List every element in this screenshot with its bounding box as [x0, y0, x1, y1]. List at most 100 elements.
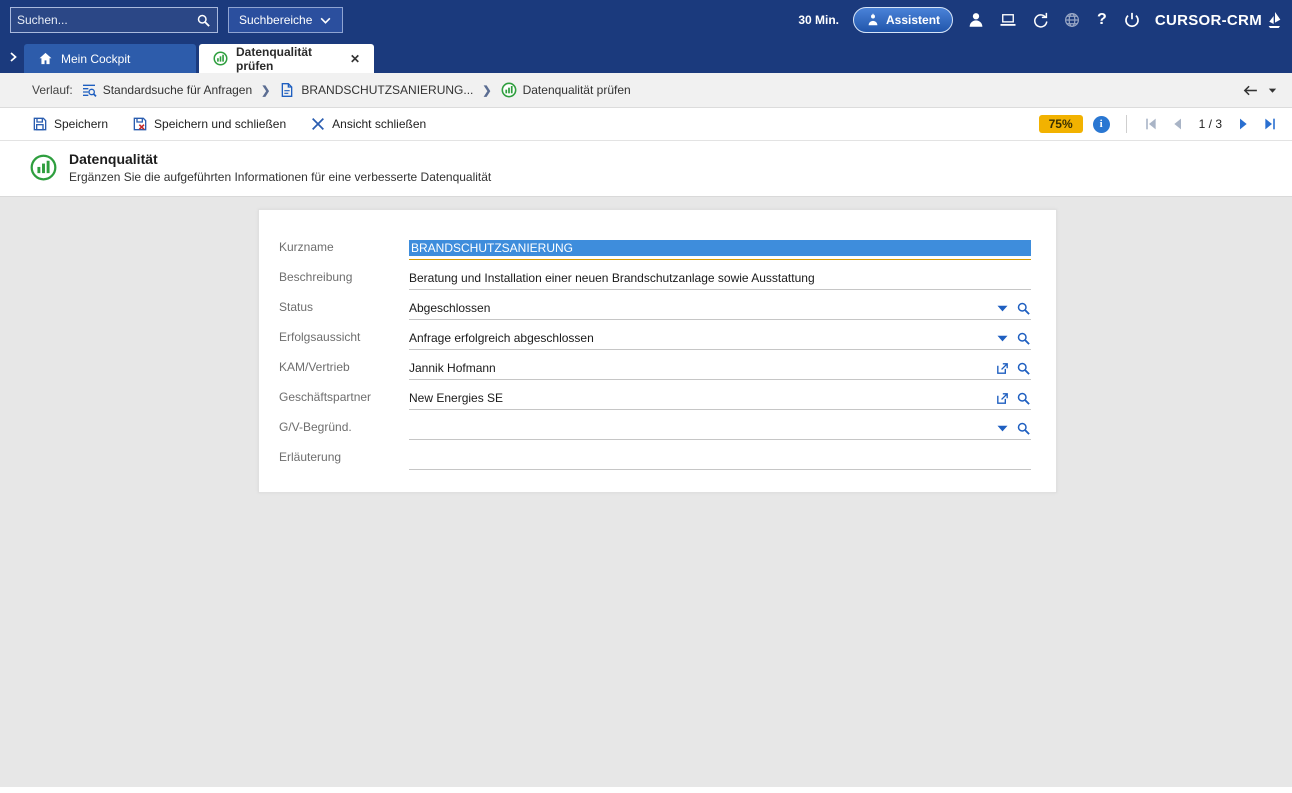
global-search[interactable] [10, 7, 218, 33]
lookup-search-icon[interactable] [1016, 391, 1031, 406]
dropdown-caret-icon[interactable] [995, 421, 1010, 436]
lookup-search-icon[interactable] [1016, 331, 1031, 346]
form-fields: Kurzname BRANDSCHUTZSANIERUNG Beschreibu… [279, 230, 1031, 470]
page-indicator: 1 / 3 [1199, 117, 1222, 131]
form-field-row: Erläuterung [279, 440, 1031, 470]
info-icon[interactable]: i [1093, 116, 1110, 133]
save-icon [32, 116, 48, 132]
close-view-button[interactable]: Ansicht schließen [310, 116, 426, 132]
open-record-icon[interactable] [995, 361, 1010, 376]
assistant-button[interactable]: Assistent [853, 7, 953, 33]
field-label: Kurzname [279, 240, 409, 260]
history-dropdown-icon[interactable] [1267, 85, 1278, 96]
breadcrumb-prefix: Verlauf: [32, 83, 73, 97]
tab-bar: Mein Cockpit Datenqualität prüfen ✕ [0, 40, 1292, 73]
brand-sail-icon [1266, 11, 1282, 29]
lookup-search-icon[interactable] [1016, 301, 1031, 316]
data-quality-form: Kurzname BRANDSCHUTZSANIERUNG Beschreibu… [258, 209, 1057, 493]
breadcrumb-controls [1242, 82, 1278, 99]
save-and-close-button[interactable]: Speichern und schließen [132, 116, 286, 132]
brand-text: CURSOR-CRM [1155, 12, 1262, 29]
lookup-search-icon[interactable] [1016, 361, 1031, 376]
previous-page-icon[interactable] [1169, 116, 1185, 132]
close-view-label: Ansicht schließen [332, 117, 426, 131]
data-quality-icon [30, 154, 57, 181]
field-value[interactable]: Jannik Hofmann [409, 360, 989, 376]
tab-label: Datenqualität prüfen [236, 45, 342, 73]
last-page-icon[interactable] [1262, 116, 1278, 132]
save-close-label: Speichern und schließen [154, 117, 286, 131]
tab-label: Mein Cockpit [61, 52, 130, 66]
user-icon[interactable] [967, 11, 985, 29]
field-label: G/V-Begründ. [279, 420, 409, 440]
search-input[interactable] [17, 13, 196, 27]
laptop-icon[interactable] [999, 11, 1017, 29]
quality-progress-badge: 75% [1039, 115, 1083, 133]
save-button[interactable]: Speichern [32, 116, 108, 132]
field-input[interactable] [409, 449, 1031, 470]
assistant-icon [866, 13, 880, 27]
home-icon [38, 51, 53, 66]
dropdown-caret-icon[interactable] [995, 301, 1010, 316]
sidebar-expand-chevron[interactable] [4, 44, 22, 70]
search-icon[interactable] [196, 13, 211, 28]
save-label: Speichern [54, 117, 108, 131]
tab-mein-cockpit[interactable]: Mein Cockpit [24, 44, 196, 73]
breadcrumb-item-search[interactable]: Standardsuche für Anfragen [81, 82, 252, 98]
topbar-right-cluster: 30 Min. Assistent ? [798, 7, 1282, 33]
open-record-icon[interactable] [995, 391, 1010, 406]
field-value[interactable]: BRANDSCHUTZSANIERUNG [409, 240, 1031, 256]
field-input[interactable]: New Energies SE [409, 389, 1031, 410]
field-value[interactable]: New Energies SE [409, 390, 989, 406]
lookup-search-icon[interactable] [1016, 421, 1031, 436]
globe-icon[interactable] [1063, 11, 1081, 29]
field-value[interactable]: Abgeschlossen [409, 300, 989, 316]
tab-datenqualitaet-pruefen[interactable]: Datenqualität prüfen ✕ [199, 44, 374, 73]
brand-logo: CURSOR-CRM [1155, 11, 1282, 29]
history-back-icon[interactable] [1242, 82, 1259, 99]
action-toolbar: Speichern Speichern und schließen Ansich… [0, 108, 1292, 141]
next-page-icon[interactable] [1236, 116, 1252, 132]
tab-close-icon[interactable]: ✕ [350, 52, 360, 66]
logout-power-icon[interactable] [1123, 11, 1141, 29]
top-bar: Suchbereiche 30 Min. Assistent [0, 0, 1292, 40]
redo-icon[interactable] [1031, 11, 1049, 29]
form-field-row: Erfolgsaussicht Anfrage erfolgreich abge… [279, 320, 1031, 350]
field-label: Beschreibung [279, 270, 409, 290]
page-header: Datenqualität Ergänzen Sie die aufgeführ… [0, 141, 1292, 197]
assistant-label: Assistent [886, 13, 940, 27]
field-label: Status [279, 300, 409, 320]
first-page-icon[interactable] [1143, 116, 1159, 132]
field-input[interactable]: Abgeschlossen [409, 299, 1031, 320]
page-subtitle: Ergänzen Sie die aufgeführten Informatio… [69, 170, 491, 184]
field-label: Erläuterung [279, 450, 409, 470]
breadcrumb-item-quality[interactable]: Datenqualität prüfen [501, 82, 631, 98]
content-area: Kurzname BRANDSCHUTZSANIERUNG Beschreibu… [0, 197, 1292, 787]
field-input[interactable]: Anfrage erfolgreich abgeschlossen [409, 329, 1031, 350]
app-window: Suchbereiche 30 Min. Assistent [0, 0, 1292, 793]
field-value[interactable] [409, 450, 1031, 466]
breadcrumb-label: BRANDSCHUTZSANIERUNG... [301, 83, 473, 97]
field-value[interactable]: Beratung und Installation einer neuen Br… [409, 270, 1031, 286]
field-value[interactable] [409, 420, 989, 436]
field-input[interactable] [409, 419, 1031, 440]
breadcrumb-item-record[interactable]: BRANDSCHUTZSANIERUNG... [279, 82, 473, 98]
page-header-text: Datenqualität Ergänzen Sie die aufgeführ… [69, 151, 491, 184]
data-quality-icon [501, 82, 517, 98]
dropdown-caret-icon[interactable] [995, 331, 1010, 346]
form-field-row: Status Abgeschlossen [279, 290, 1031, 320]
data-quality-icon [213, 51, 228, 66]
form-field-row: KAM/Vertrieb Jannik Hofmann [279, 350, 1031, 380]
field-input[interactable]: Beratung und Installation einer neuen Br… [409, 269, 1031, 290]
footer-strip [0, 787, 1292, 793]
field-input[interactable]: BRANDSCHUTZSANIERUNG [409, 239, 1031, 260]
search-scope-button[interactable]: Suchbereiche [228, 7, 343, 33]
document-icon [279, 82, 295, 98]
help-icon[interactable]: ? [1095, 11, 1109, 29]
field-label: Geschäftspartner [279, 390, 409, 410]
field-input[interactable]: Jannik Hofmann [409, 359, 1031, 380]
breadcrumb-label: Standardsuche für Anfragen [103, 83, 252, 97]
form-field-row: Kurzname BRANDSCHUTZSANIERUNG [279, 230, 1031, 260]
field-value[interactable]: Anfrage erfolgreich abgeschlossen [409, 330, 989, 346]
breadcrumb-separator: ❯ [261, 84, 270, 97]
